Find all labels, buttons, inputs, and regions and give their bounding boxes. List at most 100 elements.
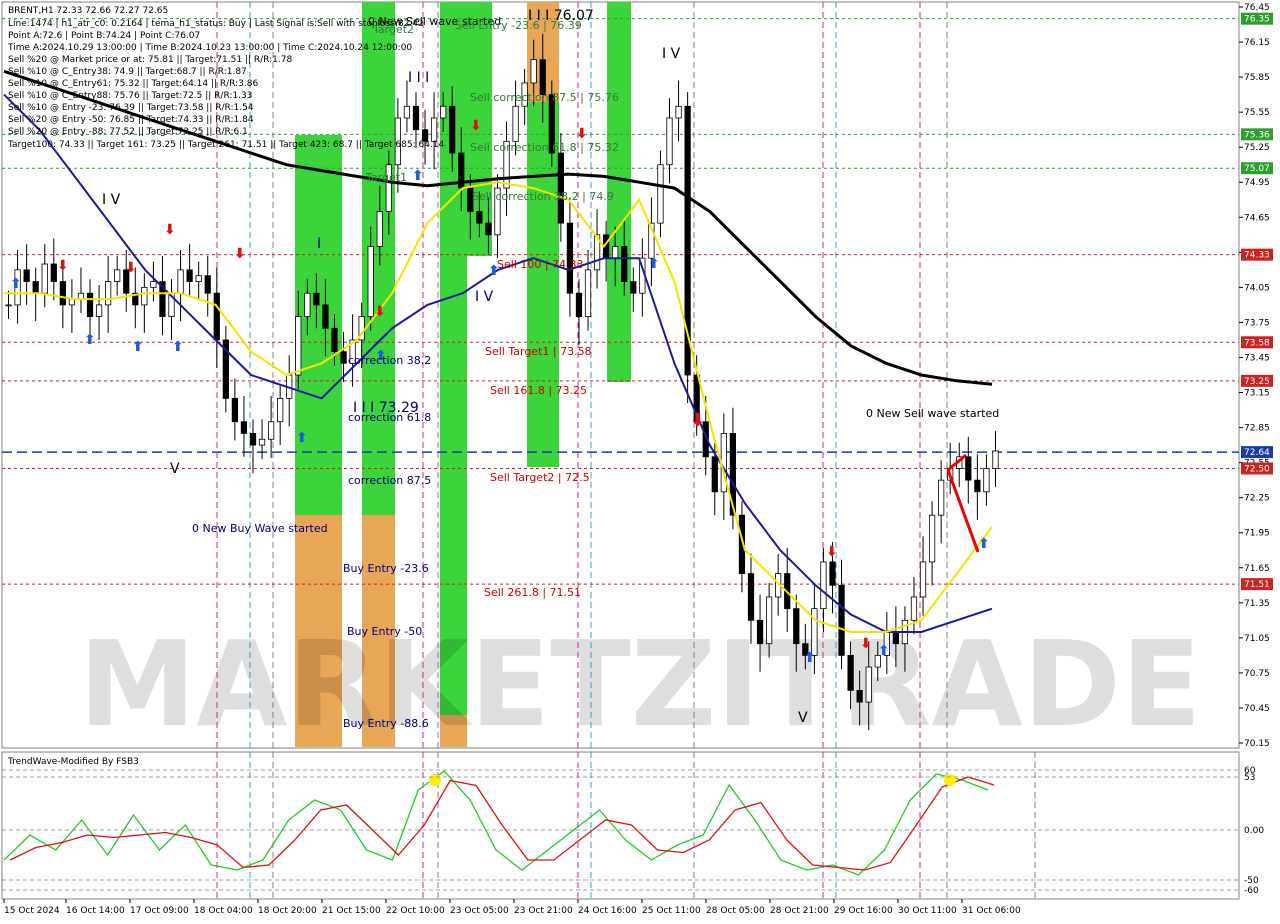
candle-body <box>928 514 936 563</box>
info-line: Time A:2024.10.29 13:00:00 | Time B:2024… <box>7 43 412 53</box>
indicator-label: TrendWave-Modified By FSB3 <box>7 757 139 767</box>
oscillator-tick-label: -50 <box>1244 876 1259 886</box>
buy-arrow-icon: ⬆ <box>10 276 22 292</box>
price-tag-label: 75.07 <box>1244 164 1270 174</box>
price-tick-label: 74.65 <box>1244 213 1270 223</box>
zone-green-5 <box>527 102 559 467</box>
time-tick-label: 31 Oct 06:00 <box>962 906 1021 916</box>
price-tag-label: 76.35 <box>1244 15 1270 25</box>
info-line: Target100: 74.33 || Target 161: 73.25 ||… <box>7 140 445 150</box>
candle-body <box>657 164 664 224</box>
annotation-sell-261: Sell 261.8 | 71.51 <box>484 586 581 599</box>
price-tick-label: 76.15 <box>1244 38 1270 48</box>
buy-arrow-icon: ⬆ <box>412 168 424 184</box>
candle-body <box>575 292 583 317</box>
candle-body <box>86 292 94 317</box>
sell-arrow-icon: ⬇ <box>470 118 482 134</box>
candle-body <box>412 105 420 131</box>
chart-window: MARKETZITRADE ⬆ ⬆ ⬆ ⬆ ⬆ ⬆ ⬆ ⬆ ⬆ ⬆ ⬆ ⬆ ⬇ … <box>0 0 1280 920</box>
candle-body <box>23 269 30 282</box>
candle-body <box>612 246 619 259</box>
info-line: Sell %20 @ Market price or at: 75.81 || … <box>8 55 292 65</box>
price-tick-label: 70.15 <box>1244 739 1270 749</box>
candle-body <box>584 269 592 317</box>
info-line: Sell %10 @ C_Entry88: 75.76 || Target:72… <box>8 91 253 101</box>
candle-body <box>539 59 546 96</box>
candle-body <box>756 619 764 645</box>
candle-body <box>747 573 755 621</box>
annotation-buy-entry-23: Buy Entry -23.6 <box>343 562 429 575</box>
oscillator-tick-label: -60 <box>1244 886 1259 896</box>
candle-body <box>630 281 637 294</box>
candle-body <box>231 397 239 423</box>
candle-body <box>910 596 918 621</box>
price-tick-label: 71.65 <box>1244 564 1270 574</box>
price-tick-label: 76.45 <box>1244 3 1270 13</box>
time-tick-label: 25 Oct 11:00 <box>642 906 701 916</box>
sell-arrow-icon: ⬇ <box>826 544 838 560</box>
candle-body <box>5 304 12 307</box>
annotation-sell-corr-87: Sell correction 87.5 | 75.76 <box>470 91 619 104</box>
candle-body <box>41 263 48 294</box>
candle-body <box>675 105 682 119</box>
annotation-target1: Target1 <box>365 171 407 184</box>
candle-body <box>476 211 483 224</box>
annotation-wave-iii: I I I <box>408 70 429 86</box>
info-line: Point A:72.6 | Point B:74.24 | Point C:7… <box>8 31 200 41</box>
annotation-wave-iii-low: I I I 73.29 <box>353 400 419 416</box>
annotation-corr-38: correction 38.2 <box>348 354 431 367</box>
buy-arrow-icon: ⬆ <box>978 536 990 552</box>
annotation-target2: Target2 <box>372 23 414 36</box>
price-tag-label: 73.25 <box>1244 377 1270 387</box>
price-tick-label: 75.25 <box>1244 143 1270 153</box>
time-tick-label: 28 Oct 05:00 <box>706 906 765 916</box>
price-tick-label: 73.75 <box>1244 318 1270 328</box>
candle-body <box>829 561 836 586</box>
candle-body <box>403 105 411 119</box>
candle-body <box>793 608 800 645</box>
candle-body <box>765 596 773 645</box>
candle-body <box>240 421 248 434</box>
buy-arrow-icon: ⬆ <box>296 430 308 446</box>
price-tag-label: 72.64 <box>1244 448 1270 458</box>
candle-body <box>105 281 112 306</box>
time-tick-label: 30 Oct 11:00 <box>898 906 957 916</box>
candle-body <box>277 397 284 423</box>
candle-body <box>430 117 438 142</box>
candle-body <box>114 269 121 282</box>
annotation-wave-i: I <box>317 236 321 252</box>
candle-body <box>992 450 999 469</box>
candle-body <box>919 561 927 598</box>
annotation-sell-corr-38: Sell correction 38.2 | 74.9 <box>472 190 614 203</box>
sell-arrow-icon: ⬇ <box>57 258 69 274</box>
sell-arrow-icon: ⬇ <box>125 260 137 276</box>
annotation-wave-iv-mid: I V <box>475 289 494 305</box>
sell-arrow-icon: ⬇ <box>690 410 705 431</box>
price-tag-label: 72.50 <box>1244 464 1270 474</box>
annotation-wave-v-right: V <box>798 710 808 726</box>
candle-body <box>150 281 157 288</box>
symbol-line: BRENT,H1 72.33 72.66 72.27 72.65 <box>8 6 168 16</box>
candle-body <box>322 304 329 329</box>
info-line: Line:1474 | h1_atr_c0: 0.2164 | tema_h1_… <box>8 19 424 29</box>
info-line: Sell %20 @ Entry -50: 76.85 || Target:74… <box>8 115 254 125</box>
annotation-wave-v-left: V <box>170 461 180 477</box>
sell-arrow-icon: ⬇ <box>164 222 176 238</box>
time-tick-label: 18 Oct 04:00 <box>194 906 253 916</box>
annotation-wave-iv-right: I V <box>662 46 681 62</box>
candle-body <box>711 456 718 493</box>
price-tag-label: 73.58 <box>1244 338 1270 348</box>
annotation-buy-entry-88: Buy Entry -88.6 <box>343 717 429 730</box>
candle-body <box>331 327 338 353</box>
time-tick-label: 23 Oct 21:00 <box>514 906 573 916</box>
sell-arrow-icon: ⬇ <box>374 304 386 320</box>
info-line: Sell %10 @ C_Entry38: 74.9 || Target:68.… <box>8 67 247 77</box>
candle-body <box>376 211 383 247</box>
price-tick-label: 74.05 <box>1244 283 1270 293</box>
buy-arrow-icon: ⬆ <box>84 332 96 348</box>
time-tick-label: 29 Oct 16:00 <box>834 906 893 916</box>
price-tick-label: 75.55 <box>1244 108 1270 118</box>
candle-body <box>449 105 456 154</box>
candle-body <box>204 275 211 294</box>
annotation-corr-87: correction 87.5 <box>348 474 431 487</box>
